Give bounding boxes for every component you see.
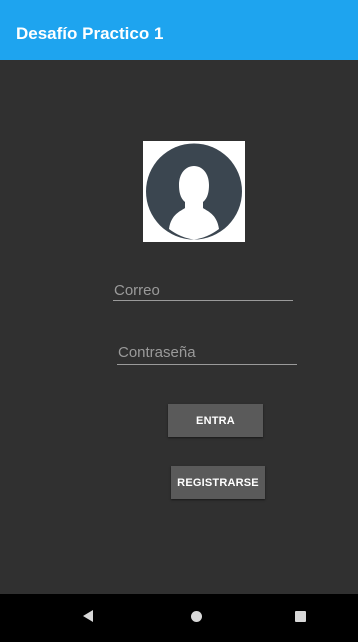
password-underline [117, 364, 297, 365]
register-button-label: REGISTRARSE [177, 476, 259, 489]
home-icon[interactable] [191, 611, 202, 622]
email-underline [113, 300, 293, 301]
user-profile-icon [143, 141, 245, 242]
register-button[interactable]: REGISTRARSE [171, 466, 265, 499]
app-title: Desafío Practico 1 [16, 24, 164, 43]
password-field[interactable]: Contraseña [117, 344, 297, 365]
enter-button-label: ENTRA [196, 414, 235, 427]
avatar-svg [146, 143, 242, 240]
password-placeholder: Contraseña [118, 344, 196, 361]
back-icon[interactable] [83, 610, 93, 622]
enter-button[interactable]: ENTRA [168, 404, 263, 437]
email-placeholder: Correo [114, 282, 160, 299]
recent-apps-icon[interactable] [295, 611, 306, 622]
email-field[interactable]: Correo [113, 282, 293, 301]
app-bar: Desafío Practico 1 [0, 0, 358, 60]
